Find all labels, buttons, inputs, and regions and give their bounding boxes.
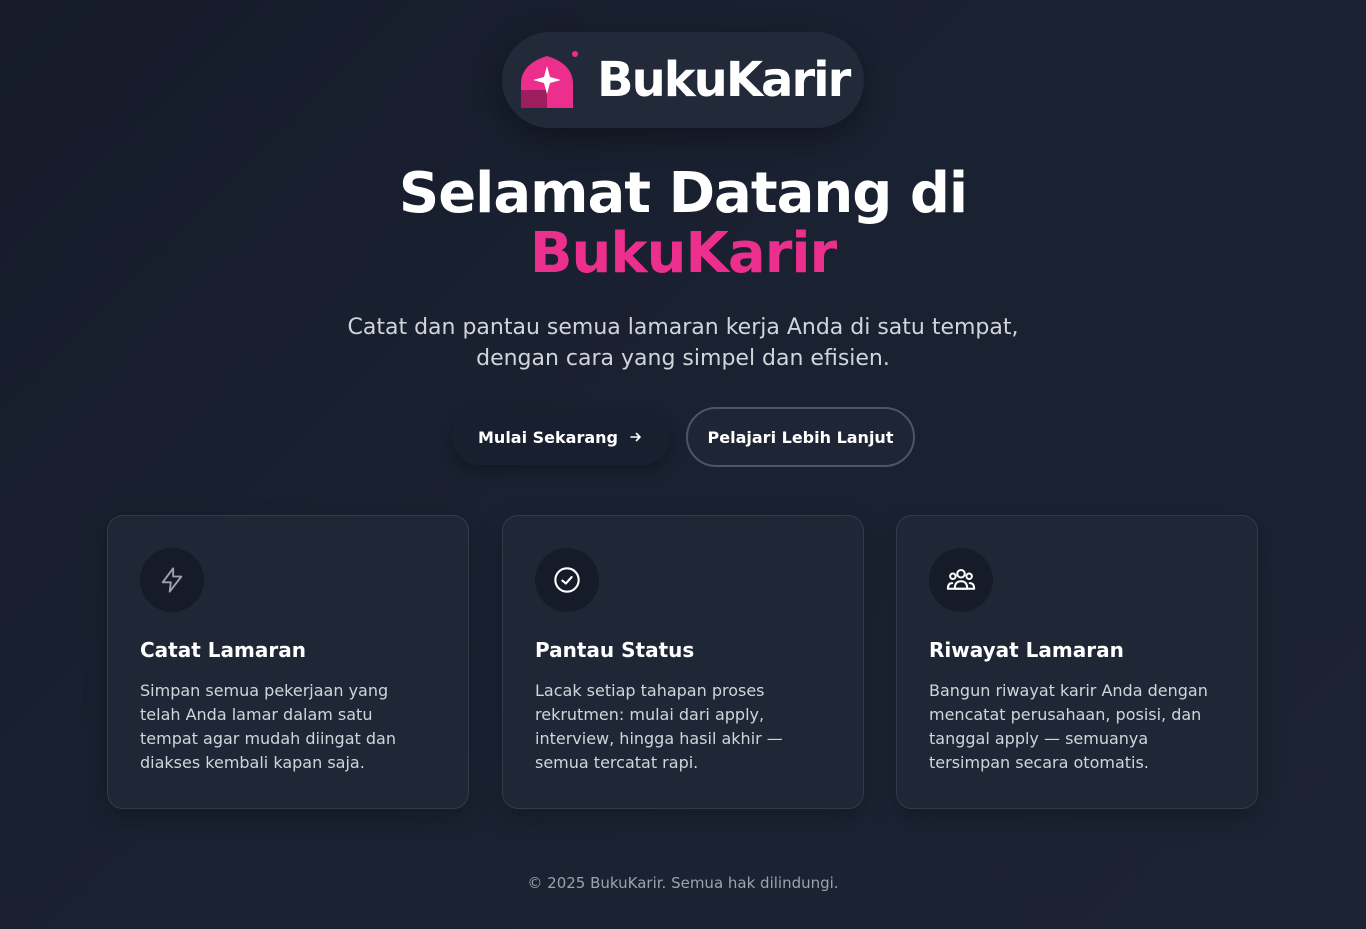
hero-subtitle-line2: dengan cara yang simpel dan efisien. <box>476 346 890 371</box>
brand-logo-pill[interactable]: BukuKarir <box>502 32 864 128</box>
get-started-label: Mulai Sekarang <box>478 427 618 447</box>
lightning-icon <box>161 567 183 593</box>
learn-more-label: Pelajari Lebih Lanjut <box>707 427 894 447</box>
learn-more-button[interactable]: Pelajari Lebih Lanjut <box>686 407 915 467</box>
get-started-button[interactable]: Mulai Sekarang <box>452 409 670 465</box>
feature-icon-wrap <box>929 548 993 612</box>
feature-title: Catat Lamaran <box>140 638 306 662</box>
footer-copyright: © 2025 BukuKarir. Semua hak dilindungi. <box>527 874 839 892</box>
feature-title: Riwayat Lamaran <box>929 638 1124 662</box>
feature-card-catat-lamaran: Catat Lamaran Simpan semua pekerjaan yan… <box>107 515 469 809</box>
feature-icon-wrap <box>535 548 599 612</box>
hero-subtitle: Catat dan pantau semua lamaran kerja And… <box>283 312 1083 374</box>
brand-name: BukuKarir <box>597 52 851 108</box>
feature-description: Simpan semua pekerjaan yang telah Anda l… <box>140 681 396 772</box>
hero-subtitle-line1: Catat dan pantau semua lamaran kerja And… <box>347 315 1019 340</box>
hero-title-line1: Selamat Datang di <box>398 161 968 226</box>
feature-card-pantau-status: Pantau Status Lacak setiap tahapan prose… <box>502 515 864 809</box>
hero-title: Selamat Datang di BukuKarir <box>0 164 1366 284</box>
hero-title-brand: BukuKarir <box>529 221 837 286</box>
feature-card-riwayat-lamaran: Riwayat Lamaran Bangun riwayat karir And… <box>896 515 1258 809</box>
feature-description: Bangun riwayat karir Anda dengan mencata… <box>929 681 1208 772</box>
check-circle-icon <box>554 567 580 593</box>
sparkle-house-logo-icon <box>521 51 578 108</box>
feature-title: Pantau Status <box>535 638 695 662</box>
arrow-right-icon <box>630 432 641 442</box>
feature-icon-wrap <box>140 548 204 612</box>
feature-description: Lacak setiap tahapan proses rekrutmen: m… <box>535 681 783 772</box>
user-group-icon <box>946 569 976 590</box>
